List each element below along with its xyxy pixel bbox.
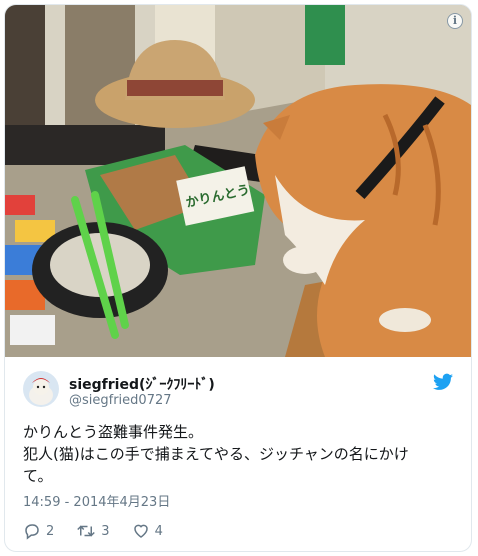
tweet-timestamp[interactable]: 14:59 - 2014年4月23日 — [23, 491, 170, 510]
cat-photo-illustration: かりんとう — [5, 5, 471, 357]
tweet-card[interactable]: かりんとう i siegfried(ｼﾞｰｸﾌﾘｰﾄﾞ) @siegfried0… — [4, 4, 472, 552]
tweet-text: かりんとう盗難事件発生。 犯人(猫)はこの手で捕まえてやる、ジッチャンの名にかけ… — [23, 421, 455, 487]
like-button[interactable]: 4 — [132, 522, 163, 540]
display-name[interactable]: siegfried(ｼﾞｰｸﾌﾘｰﾄﾞ) — [69, 374, 215, 394]
tweet-text-line: かりんとう盗難事件発生。 — [23, 423, 204, 441]
reply-button[interactable]: 2 — [23, 522, 54, 540]
reply-icon — [25, 524, 39, 540]
retweet-count: 3 — [101, 523, 110, 539]
avatar-image — [23, 371, 59, 407]
retweet-button[interactable]: 3 — [76, 522, 110, 540]
info-icon[interactable]: i — [447, 13, 463, 29]
tweet-actions: 2 3 4 — [23, 521, 185, 541]
retweet-icon — [77, 525, 96, 537]
tweet-text-line: て。 — [23, 467, 53, 485]
avatar[interactable] — [23, 371, 59, 407]
user-handle[interactable]: @siegfried0727 — [69, 393, 172, 408]
like-count: 4 — [154, 523, 163, 539]
tweet-text-line: 犯人(猫)はこの手で捕まえてやる、ジッチャンの名にかけ — [23, 445, 409, 463]
twitter-bird-icon[interactable] — [433, 373, 453, 391]
tweet-photo[interactable]: かりんとう i — [5, 5, 471, 357]
tweet-header: siegfried(ｼﾞｰｸﾌﾘｰﾄﾞ) @siegfried0727 — [23, 371, 453, 411]
heart-icon — [133, 524, 148, 538]
reply-count: 2 — [46, 523, 55, 539]
